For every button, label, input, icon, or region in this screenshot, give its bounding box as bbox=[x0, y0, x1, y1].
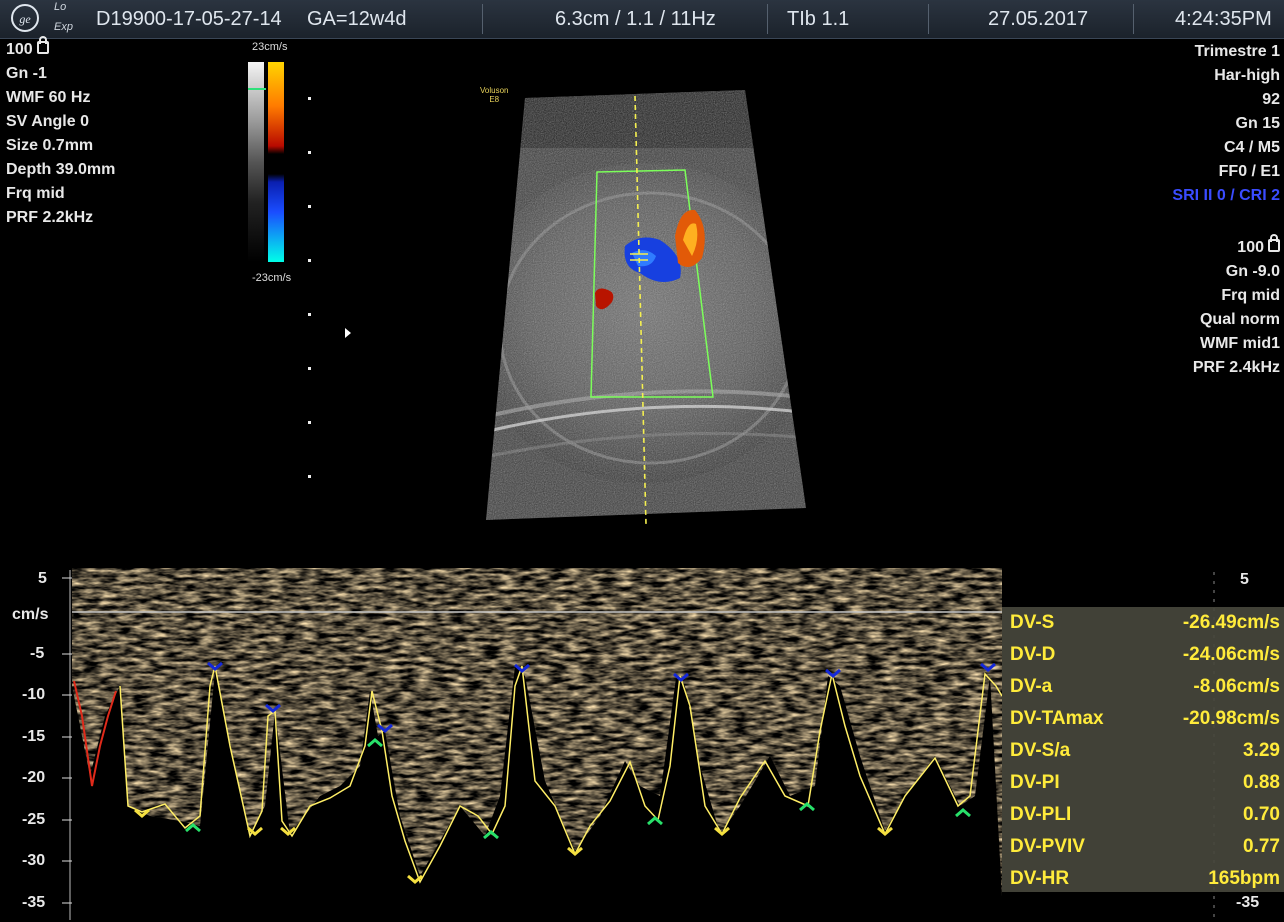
param-gain: Gn -1 bbox=[6, 65, 47, 82]
measurement-label: DV-D bbox=[1010, 644, 1056, 665]
measurement-value: 0.77 bbox=[1243, 836, 1280, 857]
param-sri-cri: SRI II 0 / CRI 2 bbox=[1172, 187, 1280, 204]
param-map: C4 / M5 bbox=[1223, 139, 1280, 156]
header-bar: ge Lo Exp D19900-17-05-27-14 GA=12w4d 6.… bbox=[0, 0, 1284, 39]
param-depth: Depth 39.0mm bbox=[6, 161, 116, 178]
scale-label-minus30: -30 bbox=[22, 852, 46, 869]
mode-top: Lo bbox=[54, 1, 67, 13]
measurement-row[interactable]: DV-S/a 3.29 bbox=[1002, 735, 1284, 767]
bmode-image[interactable] bbox=[480, 88, 810, 528]
param-prf-doppler: PRF 2.4kHz bbox=[1192, 359, 1280, 376]
measurement-label: DV-PVIV bbox=[1010, 836, 1085, 857]
voluson-label-line2: E8 bbox=[489, 95, 500, 104]
colorbar-threshold-marker bbox=[248, 88, 266, 90]
param-wmf: WMF 60 Hz bbox=[6, 89, 91, 106]
measurement-row[interactable]: DV-D -24.06cm/s bbox=[1002, 639, 1284, 671]
param-trimester: Trimestre 1 bbox=[1194, 43, 1280, 60]
probe-settings: 6.3cm / 1.1 / 11Hz bbox=[555, 8, 716, 30]
measurement-row[interactable]: DV-S -26.49cm/s bbox=[1002, 607, 1284, 639]
measurement-value: 165bpm bbox=[1208, 868, 1280, 889]
measurement-row[interactable]: DV-PI 0.88 bbox=[1002, 767, 1284, 799]
measurement-value: -8.06cm/s bbox=[1193, 676, 1280, 697]
scale-label-minus25: -25 bbox=[22, 811, 46, 828]
color-velocity-bar bbox=[268, 62, 284, 262]
measurement-row[interactable]: DV-a -8.06cm/s bbox=[1002, 671, 1284, 703]
measurement-value: -24.06cm/s bbox=[1182, 644, 1280, 665]
measurement-row[interactable]: DV-TAmax -20.98cm/s bbox=[1002, 703, 1284, 735]
thermal-index: TIb 1.1 bbox=[787, 8, 850, 30]
param-gain-doppler: Gn -9.0 bbox=[1225, 263, 1280, 280]
measurement-value: 0.70 bbox=[1243, 804, 1280, 825]
right-parameters-top: Trimestre 1 Har-high 92 Gn 15 C4 / M5 FF… bbox=[1172, 40, 1280, 208]
measurement-row[interactable]: DV-PLI 0.70 bbox=[1002, 799, 1284, 831]
lock-icon bbox=[1268, 234, 1280, 252]
measurement-value: 3.29 bbox=[1243, 740, 1280, 761]
param-frequency-doppler: Frq mid bbox=[1221, 287, 1280, 304]
power-level: 100 bbox=[6, 36, 115, 62]
focus-marker-icon bbox=[345, 328, 351, 338]
colorbar-min-label: -23cm/s bbox=[252, 272, 292, 284]
lock-icon bbox=[36, 36, 49, 54]
power-level-doppler: 100 bbox=[1193, 234, 1280, 260]
param-frequency: Frq mid bbox=[6, 185, 65, 202]
colorbar-max-label: 23cm/s bbox=[252, 41, 288, 53]
mode-indicator: Lo Exp bbox=[54, 0, 73, 34]
param-gain-bmode: Gn 15 bbox=[1235, 115, 1280, 132]
measurement-label: DV-a bbox=[1010, 676, 1053, 697]
left-parameters: 100 Gn -1 WMF 60 Hz SV Angle 0 Size 0.7m… bbox=[6, 36, 116, 230]
depth-marker bbox=[308, 259, 311, 262]
exam-time: 4:24:35PM bbox=[1175, 8, 1272, 30]
grayscale-bar bbox=[248, 62, 264, 262]
voluson-label-line1: Voluson bbox=[480, 86, 509, 95]
measurement-label: DV-PLI bbox=[1010, 804, 1072, 825]
depth-marker bbox=[308, 97, 311, 100]
ge-logo-icon: ge bbox=[11, 4, 39, 32]
scale-label-minus10: -10 bbox=[22, 686, 46, 703]
param-wmf-doppler: WMF mid1 bbox=[1200, 335, 1280, 352]
measurement-label: DV-S/a bbox=[1010, 740, 1071, 761]
mode-bottom: Exp bbox=[54, 21, 73, 33]
svg-text:ge: ge bbox=[19, 12, 31, 26]
measurement-label: DV-PI bbox=[1010, 772, 1060, 793]
measurement-value: -26.49cm/s bbox=[1182, 612, 1280, 633]
scale-label-minus15: -15 bbox=[22, 728, 46, 745]
voluson-label: Voluson E8 bbox=[480, 86, 508, 104]
depth-marker bbox=[308, 205, 311, 208]
scale-label-5: 5 bbox=[38, 570, 47, 587]
scale-label-minus35: -35 bbox=[22, 894, 46, 911]
scale-label-minus20: -20 bbox=[22, 769, 46, 786]
measurement-label: DV-S bbox=[1010, 612, 1055, 633]
measurement-label: DV-TAmax bbox=[1010, 708, 1104, 729]
right-parameters-bottom: 100 Gn -9.0 Frq mid Qual norm WMF mid1 P… bbox=[1192, 234, 1280, 380]
param-frame-filter: FF0 / E1 bbox=[1218, 163, 1280, 180]
depth-marker bbox=[308, 151, 311, 154]
depth-marker bbox=[308, 313, 311, 316]
measurement-panel: DV-S -26.49cm/s DV-D -24.06cm/s DV-a -8.06c… bbox=[1002, 607, 1284, 892]
scale-label-minus5: -5 bbox=[30, 645, 45, 662]
param-size: Size 0.7mm bbox=[6, 137, 94, 154]
right-scale-bottom: -35 bbox=[1236, 894, 1260, 911]
depth-marker bbox=[308, 475, 311, 478]
param-quality: Qual norm bbox=[1199, 311, 1280, 328]
measurement-value: -20.98cm/s bbox=[1182, 708, 1280, 729]
exam-date: 27.05.2017 bbox=[988, 8, 1089, 30]
measurement-value: 0.88 bbox=[1243, 772, 1280, 793]
measurement-row[interactable]: DV-PVIV 0.77 bbox=[1002, 831, 1284, 863]
right-scale-top: 5 bbox=[1240, 571, 1249, 588]
measurement-label: DV-HR bbox=[1010, 868, 1070, 889]
depth-marker bbox=[308, 421, 311, 424]
scale-unit-label: cm/s bbox=[12, 606, 49, 623]
measurement-row[interactable]: DV-HR 165bpm bbox=[1002, 863, 1284, 895]
patient-id: D19900-17-05-27-14 bbox=[96, 8, 282, 30]
param-harmonic: Har-high bbox=[1214, 67, 1280, 84]
param-sv-angle: SV Angle 0 bbox=[6, 113, 89, 130]
param-prf: PRF 2.2kHz bbox=[6, 209, 94, 226]
gestational-age: GA=12w4d bbox=[307, 8, 407, 30]
param-dynamic-range: 92 bbox=[1262, 91, 1280, 108]
depth-marker bbox=[308, 367, 311, 370]
